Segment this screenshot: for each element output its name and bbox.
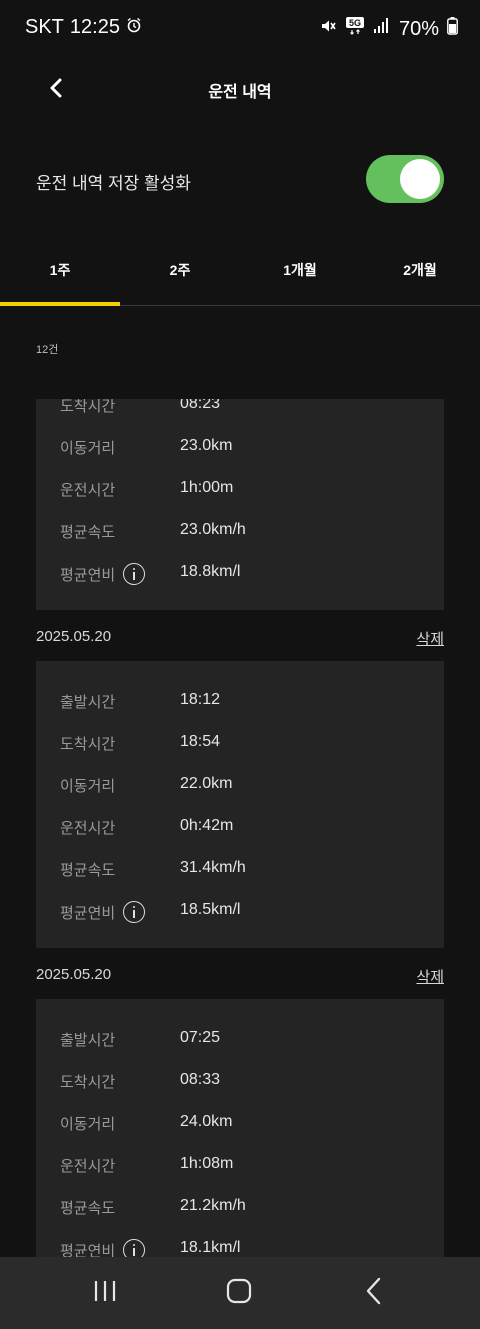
avg-fuel-label: 평균연비 <box>60 1239 146 1258</box>
record-date: 2025.05.20 <box>36 628 112 645</box>
avg-speed-label: 평균속도 <box>60 862 116 879</box>
distance-label: 이동거리 <box>60 440 116 457</box>
record-row-avg-speed: 평균속도 23.0km/h <box>36 521 444 545</box>
record-row-distance: 이동거리 23.0km <box>36 437 444 461</box>
record-date-row: 2025.05.20 삭제 <box>36 966 444 990</box>
distance-label: 이동거리 <box>60 778 116 795</box>
distance-value: 23.0km <box>180 437 233 454</box>
driving-time-label: 운전시간 <box>60 820 116 837</box>
app-header: 운전 내역 <box>0 56 480 122</box>
save-history-setting: 운전 내역 저장 활성화 <box>0 150 480 210</box>
avg-speed-label: 평균속도 <box>60 1200 116 1217</box>
distance-label: 이동거리 <box>60 1116 116 1133</box>
driving-time-value: 1h:08m <box>180 1155 234 1172</box>
battery-icon <box>447 17 458 41</box>
distance-value: 24.0km <box>180 1113 233 1130</box>
record-row-departure: 출발시간 07:25 <box>36 1029 444 1053</box>
page-title: 운전 내역 <box>208 84 272 101</box>
avg-fuel-value: 18.5km/l <box>180 901 241 918</box>
avg-speed-value: 23.0km/h <box>180 521 246 538</box>
record-row-arrival: 도착시간 18:54 <box>36 733 444 757</box>
save-history-label: 운전 내역 저장 활성화 <box>36 174 191 193</box>
record-row-driving-time: 운전시간 1h:00m <box>36 479 444 503</box>
record-date: 2025.05.20 <box>36 966 112 983</box>
record-row-avg-fuel: 평균연비 18.5km/l <box>36 901 444 925</box>
driving-time-label: 운전시간 <box>60 1158 116 1175</box>
toggle-knob <box>400 159 440 199</box>
status-right: 5G 70% <box>319 16 458 42</box>
distance-value: 22.0km <box>180 775 233 792</box>
tab-1-month[interactable]: 1개월 <box>240 238 360 304</box>
delete-link[interactable]: 삭제 <box>416 966 444 987</box>
record-row-distance: 이동거리 22.0km <box>36 775 444 799</box>
departure-label: 출발시간 <box>60 1032 116 1049</box>
driving-history-list[interactable]: 도착시간 08:23 이동거리 23.0km 운전시간 1h:00m 평균속도 … <box>0 399 480 1257</box>
alarm-icon <box>126 16 142 39</box>
departure-value: 18:12 <box>180 691 221 708</box>
tab-indicator <box>0 302 120 306</box>
record-card: 출발시간 18:12 도착시간 18:54 이동거리 22.0km 운전시간 0… <box>36 661 444 948</box>
delete-link[interactable]: 삭제 <box>416 628 444 649</box>
avg-fuel-label: 평균연비 <box>60 563 146 585</box>
save-history-toggle[interactable] <box>366 155 444 203</box>
driving-time-value: 1h:00m <box>180 479 234 496</box>
arrival-value: 08:23 <box>180 399 221 412</box>
record-row-avg-speed: 평균속도 31.4km/h <box>36 859 444 883</box>
avg-fuel-label-text: 평균연비 <box>60 566 116 584</box>
network-label: 5G <box>349 18 361 28</box>
arrival-label: 도착시간 <box>60 399 116 415</box>
clock: 12:25 <box>69 16 120 38</box>
period-tabs: 1주 2주 1개월 2개월 <box>0 238 480 306</box>
record-row-distance: 이동거리 24.0km <box>36 1113 444 1137</box>
driving-time-label: 운전시간 <box>60 482 116 499</box>
record-date-row: 2025.05.20 삭제 <box>36 628 444 652</box>
avg-fuel-label-text: 평균연비 <box>60 904 116 922</box>
record-row-avg-speed: 평균속도 21.2km/h <box>36 1197 444 1221</box>
home-button[interactable] <box>219 1277 259 1309</box>
departure-label: 출발시간 <box>60 694 116 711</box>
avg-fuel-value: 18.1km/l <box>180 1239 241 1256</box>
record-card: 출발시간 07:25 도착시간 08:33 이동거리 24.0km 운전시간 1… <box>36 999 444 1257</box>
system-nav-bar <box>0 1257 480 1329</box>
avg-fuel-value: 18.8km/l <box>180 563 241 580</box>
status-bar: SKT 12:25 5G 70% <box>0 0 480 56</box>
record-row-driving-time: 운전시간 0h:42m <box>36 817 444 841</box>
status-left: SKT 12:25 <box>25 16 142 39</box>
record-card: 도착시간 08:23 이동거리 23.0km 운전시간 1h:00m 평균속도 … <box>36 399 444 610</box>
arrival-label: 도착시간 <box>60 736 116 753</box>
arrival-value: 08:33 <box>180 1071 221 1088</box>
5g-icon: 5G <box>345 16 365 42</box>
home-icon <box>226 1278 252 1309</box>
recent-apps-icon <box>92 1278 118 1309</box>
avg-speed-value: 31.4km/h <box>180 859 246 876</box>
info-icon[interactable] <box>123 1239 146 1257</box>
departure-value: 07:25 <box>180 1029 221 1046</box>
avg-speed-label: 평균속도 <box>60 524 116 541</box>
mute-icon <box>319 17 337 41</box>
battery-percent: 70% <box>398 17 439 40</box>
tab-1-week[interactable]: 1주 <box>0 238 120 304</box>
arrival-label: 도착시간 <box>60 1074 116 1091</box>
avg-speed-value: 21.2km/h <box>180 1197 246 1214</box>
record-count: 12건 <box>36 344 59 356</box>
avg-fuel-label: 평균연비 <box>60 901 146 923</box>
record-row-arrival: 도착시간 08:23 <box>36 399 444 419</box>
nav-back-button[interactable] <box>354 1277 394 1309</box>
tab-2-months[interactable]: 2개월 <box>360 238 480 304</box>
record-row-driving-time: 운전시간 1h:08m <box>36 1155 444 1179</box>
carrier: SKT <box>25 16 64 38</box>
signal-icon <box>373 17 391 41</box>
info-icon[interactable] <box>123 901 146 923</box>
driving-time-value: 0h:42m <box>180 817 234 834</box>
record-row-avg-fuel: 평균연비 18.1km/l <box>36 1239 444 1257</box>
info-icon[interactable] <box>123 563 146 585</box>
record-row-departure: 출발시간 18:12 <box>36 691 444 715</box>
recent-apps-button[interactable] <box>85 1277 125 1309</box>
record-row-avg-fuel: 평균연비 18.8km/l <box>36 563 444 587</box>
tab-2-weeks[interactable]: 2주 <box>120 238 240 304</box>
record-row-arrival: 도착시간 08:33 <box>36 1071 444 1095</box>
avg-fuel-label-text: 평균연비 <box>60 1242 116 1258</box>
arrival-value: 18:54 <box>180 733 221 750</box>
back-icon <box>364 1277 384 1310</box>
